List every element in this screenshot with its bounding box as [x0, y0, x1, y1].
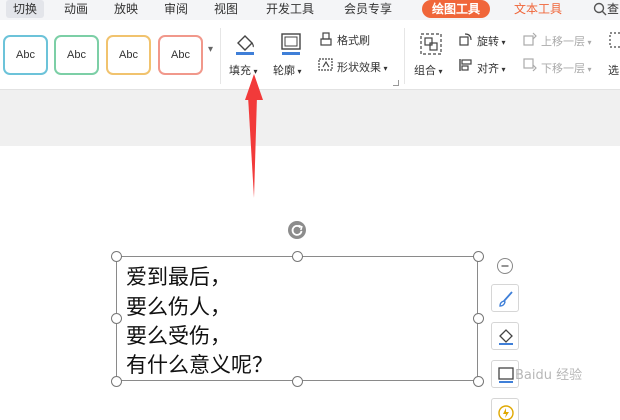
shape-style-preset[interactable]: Abc — [54, 35, 99, 75]
chevron-down-icon: ▾ — [585, 65, 592, 74]
style-gallery-expand-icon[interactable]: ▾ — [208, 44, 213, 55]
chevron-down-icon: ▾ — [436, 67, 443, 76]
minus-icon — [501, 265, 509, 267]
divider — [404, 28, 405, 84]
send-backward-label: 下移一层 — [541, 62, 585, 75]
rotate-label: 旋转 — [477, 35, 499, 48]
tab-transition[interactable]: 切换 — [6, 0, 45, 18]
resize-handle[interactable] — [473, 376, 484, 387]
watermark: Baidu 经验 — [515, 368, 583, 383]
chevron-down-icon: ▾ — [295, 67, 302, 76]
outline-icon[interactable] — [279, 32, 303, 56]
chevron-down-icon: ▾ — [585, 38, 592, 47]
chevron-down-icon: ▾ — [381, 64, 388, 73]
tab-view[interactable]: 视图 — [214, 0, 238, 18]
shape-effects-button[interactable]: 形状效果 ▾ — [337, 59, 388, 75]
group-button[interactable]: 组合 ▾ — [414, 62, 443, 78]
side-style-button[interactable] — [491, 284, 519, 312]
text-line[interactable]: 要么受伤， — [126, 320, 231, 350]
outline-icon — [498, 367, 514, 383]
select-pane-icon[interactable] — [609, 32, 620, 48]
resize-handle[interactable] — [111, 313, 122, 324]
shape-style-preset[interactable]: Abc — [106, 35, 151, 75]
fill-bucket-icon — [499, 329, 513, 345]
fill-bucket-icon[interactable] — [233, 32, 257, 56]
side-effects-button[interactable] — [491, 398, 519, 420]
format-painter-label[interactable]: 格式刷 — [337, 32, 370, 48]
resize-handle[interactable] — [473, 251, 484, 262]
resize-handle[interactable] — [111, 376, 122, 387]
shape-style-preset[interactable]: Abc — [3, 35, 48, 75]
format-painter-icon[interactable] — [319, 32, 333, 46]
chevron-down-icon: ▾ — [499, 38, 506, 47]
brush-icon — [499, 291, 513, 307]
lightbulb-icon — [498, 405, 514, 420]
divider — [220, 28, 221, 84]
resize-handle[interactable] — [473, 313, 484, 324]
send-backward-button[interactable]: 下移一层 ▾ — [541, 60, 592, 76]
side-fill-button[interactable] — [491, 322, 519, 350]
align-label: 对齐 — [477, 62, 499, 75]
send-backward-icon[interactable] — [523, 58, 537, 72]
text-line[interactable]: 要么伤人， — [126, 291, 231, 321]
outline-label: 轮廓 — [273, 64, 295, 77]
resize-handle[interactable] — [292, 376, 303, 387]
rotate-handle-icon — [291, 224, 303, 236]
shape-effects-icon[interactable] — [318, 58, 334, 72]
fill-button[interactable]: 填充 ▾ — [229, 62, 258, 78]
align-button[interactable]: 对齐 ▾ — [477, 60, 506, 76]
bring-forward-label: 上移一层 — [541, 35, 585, 48]
text-line[interactable]: 有什么意义呢？ — [126, 349, 273, 379]
search-icon[interactable] — [593, 2, 607, 16]
group-label: 组合 — [414, 64, 436, 77]
outline-button[interactable]: 轮廓 ▾ — [273, 62, 302, 78]
tab-text-tools[interactable]: 文本工具 — [514, 0, 562, 18]
fill-label: 填充 — [229, 64, 251, 77]
tab-slideshow[interactable]: 放映 — [114, 0, 138, 18]
shape-effects-label: 形状效果 — [337, 61, 381, 74]
tab-developer[interactable]: 开发工具 — [266, 0, 314, 18]
resize-handle[interactable] — [292, 251, 303, 262]
bring-forward-button[interactable]: 上移一层 ▾ — [541, 33, 592, 49]
search-label[interactable]: 查 — [607, 0, 619, 18]
rotate-button[interactable]: 旋转 ▾ — [477, 33, 506, 49]
menu-bar: 切换 动画 放映 审阅 视图 开发工具 会员专享 绘图工具 文本工具 查 — [0, 0, 620, 20]
resize-handle[interactable] — [111, 251, 122, 262]
chevron-down-icon: ▾ — [499, 65, 506, 74]
align-icon[interactable] — [459, 58, 473, 72]
canvas-gap — [0, 91, 620, 146]
collapse-toolbar-button[interactable] — [497, 258, 513, 274]
tab-review[interactable]: 审阅 — [164, 0, 188, 18]
selected-text-box[interactable]: 爱到最后， 要么伤人， 要么受伤， 有什么意义呢？ — [116, 256, 478, 381]
tab-membership[interactable]: 会员专享 — [344, 0, 392, 18]
tab-drawing-tools[interactable]: 绘图工具 — [422, 0, 491, 18]
group-icon[interactable] — [419, 32, 443, 56]
shape-style-preset[interactable]: Abc — [158, 35, 203, 75]
select-label[interactable]: 选 — [608, 62, 619, 78]
bring-forward-icon[interactable] — [523, 32, 537, 46]
dialog-launcher-icon[interactable] — [393, 80, 399, 86]
tab-animation[interactable]: 动画 — [64, 0, 88, 18]
rotate-icon[interactable] — [459, 32, 473, 46]
rotate-handle[interactable] — [288, 221, 306, 239]
ribbon-toolbar: Abc Abc Abc Abc ▾ 填充 ▾ 轮廓 ▾ 格式刷 形状效果 ▾ 组… — [0, 20, 620, 90]
text-line[interactable]: 爱到最后， — [126, 261, 231, 291]
chevron-down-icon: ▾ — [251, 67, 258, 76]
